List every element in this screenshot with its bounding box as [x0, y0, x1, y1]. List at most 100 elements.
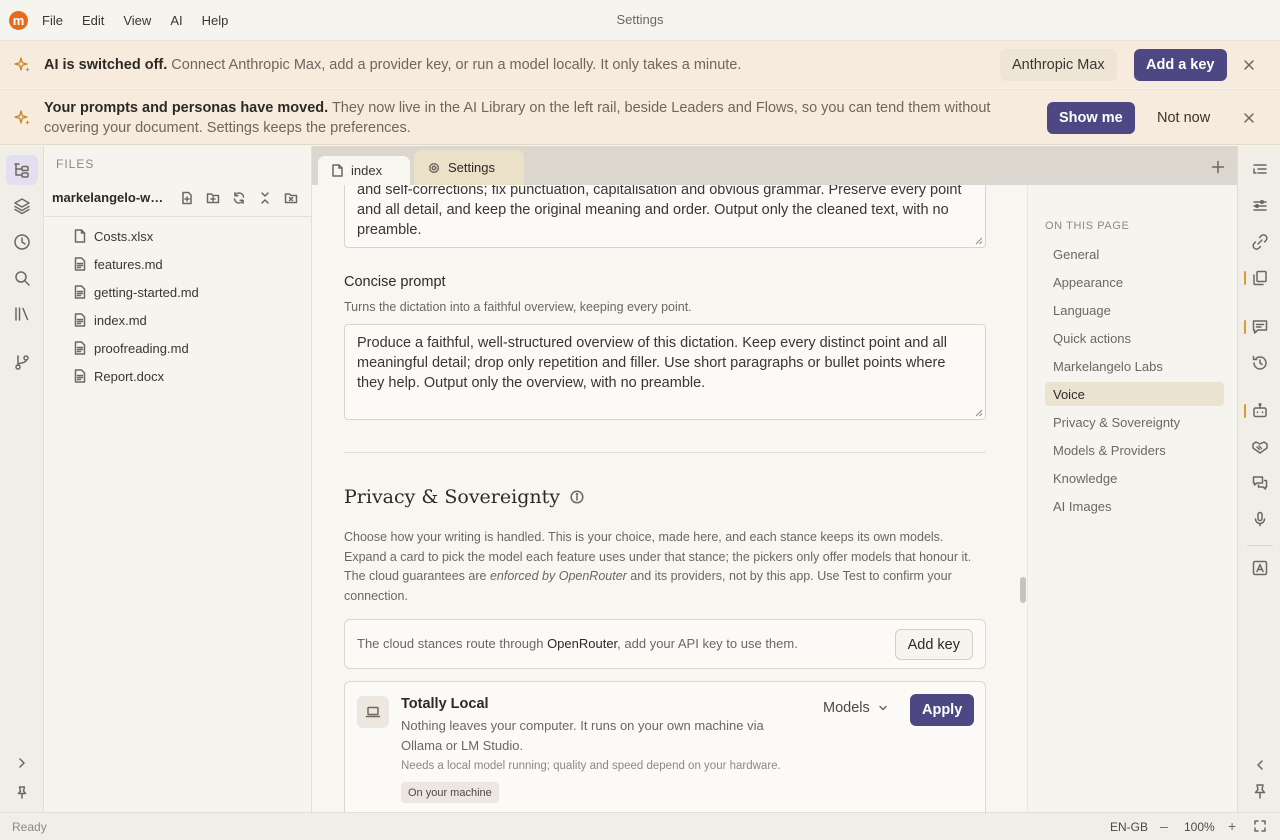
- library-tab[interactable]: [6, 299, 38, 329]
- concise-prompt-textarea[interactable]: Produce a faithful, well-structured over…: [344, 324, 986, 420]
- toc-item-knowledge[interactable]: Knowledge: [1045, 466, 1224, 490]
- file-item[interactable]: Report.docx: [74, 366, 164, 386]
- zoom-in-button[interactable]: +: [1228, 818, 1236, 834]
- resize-handle-icon[interactable]: [975, 409, 983, 417]
- refresh-icon[interactable]: [226, 191, 252, 205]
- add-key-button[interactable]: Add key: [894, 629, 973, 660]
- tab-bar: index Settings: [312, 146, 1237, 185]
- concise-prompt-label: Concise prompt: [344, 274, 446, 290]
- chevron-down-icon: [879, 705, 887, 711]
- toc-item-privacy[interactable]: Privacy & Sovereignty: [1045, 410, 1224, 434]
- copy-icon[interactable]: [1251, 269, 1269, 287]
- history-tab[interactable]: [6, 227, 38, 257]
- concise-prompt-text: Produce a faithful, well-structured over…: [357, 335, 947, 391]
- clean-prompt-textarea[interactable]: and self-corrections; fix punctuation, c…: [344, 185, 986, 248]
- scrollbar-thumb[interactable]: [1020, 577, 1026, 603]
- totally-local-card[interactable]: Totally Local Nothing leaves your comput…: [344, 681, 986, 812]
- git-tab[interactable]: [6, 347, 38, 377]
- divider: [44, 216, 311, 217]
- library-icon: [15, 307, 29, 321]
- comment-icon[interactable]: [1251, 318, 1269, 336]
- menu-view[interactable]: View: [123, 13, 151, 28]
- status-text: Ready: [12, 820, 47, 834]
- toc-item-appearance[interactable]: Appearance: [1045, 270, 1224, 294]
- moved-message: Your prompts and personas have moved. Th…: [44, 98, 1014, 138]
- close-icon[interactable]: [1242, 58, 1256, 72]
- add-a-key-button[interactable]: Add a key: [1134, 49, 1227, 81]
- files-title: FILES: [56, 157, 95, 171]
- moved-banner: Your prompts and personas have moved. Th…: [0, 89, 1280, 145]
- close-icon[interactable]: [1242, 111, 1256, 125]
- language-indicator[interactable]: EN-GB: [1110, 820, 1148, 834]
- new-folder-icon[interactable]: [200, 191, 226, 205]
- link-icon[interactable]: [1251, 233, 1269, 251]
- active-marker: [1244, 271, 1246, 285]
- pin-tab[interactable]: [6, 777, 38, 807]
- tab-index[interactable]: index: [318, 156, 410, 185]
- outline-icon[interactable]: [1251, 161, 1269, 179]
- toc-item-general[interactable]: General: [1045, 242, 1224, 266]
- info-icon[interactable]: [570, 490, 584, 504]
- handshake-icon[interactable]: [1251, 438, 1269, 456]
- toc-item-voice[interactable]: Voice: [1045, 382, 1224, 406]
- laptop-icon: [357, 696, 389, 728]
- anthropic-max-button[interactable]: Anthropic Max: [1000, 49, 1117, 81]
- route-post: , add your API key to use them.: [617, 636, 798, 651]
- toc-item-labs[interactable]: Markelangelo Labs: [1045, 354, 1224, 378]
- chat-icon[interactable]: [1251, 474, 1269, 492]
- search-tab[interactable]: [6, 263, 38, 293]
- expand-tab[interactable]: [6, 748, 38, 778]
- file-item[interactable]: getting-started.md: [74, 282, 199, 302]
- fullscreen-icon[interactable]: [1254, 820, 1266, 832]
- history-icon[interactable]: [1251, 354, 1269, 372]
- local-description: Nothing leaves your computer. It runs on…: [401, 718, 764, 753]
- route-bold: OpenRouter: [547, 636, 618, 651]
- text-style-icon[interactable]: [1251, 559, 1269, 577]
- menu-edit[interactable]: Edit: [82, 13, 104, 28]
- privacy-section-title: Privacy & Sovereignty: [344, 486, 584, 508]
- file-item[interactable]: Costs.xlsx: [74, 226, 153, 246]
- plus-icon[interactable]: [1211, 160, 1225, 174]
- toc-item-models[interactable]: Models & Providers: [1045, 438, 1224, 462]
- file-item[interactable]: index.md: [74, 310, 147, 330]
- app-logo: m: [9, 10, 28, 30]
- menu-help[interactable]: Help: [202, 13, 229, 28]
- privacy-desc-emphasis: enforced by OpenRouter: [489, 569, 627, 583]
- pin-icon: [17, 786, 27, 799]
- apply-button[interactable]: Apply: [910, 694, 975, 726]
- layers-tab[interactable]: [6, 191, 38, 221]
- chevron-left-icon[interactable]: [1251, 756, 1269, 774]
- settings-content[interactable]: and self-corrections; fix punctuation, c…: [312, 185, 1028, 812]
- editor-area: index Settings and self-corrections; fix…: [312, 146, 1237, 812]
- show-me-button[interactable]: Show me: [1047, 102, 1135, 134]
- toc-item-language[interactable]: Language: [1045, 298, 1224, 322]
- file-name: Costs.xlsx: [94, 228, 154, 244]
- resize-handle-icon[interactable]: [975, 237, 983, 245]
- openrouter-message: The cloud stances route through OpenRout…: [357, 636, 798, 651]
- sliders-icon[interactable]: [1251, 197, 1269, 215]
- microphone-icon[interactable]: [1251, 510, 1269, 528]
- tab-settings[interactable]: Settings: [414, 150, 524, 185]
- file-item[interactable]: proofreading.md: [74, 338, 189, 358]
- collapse-all-icon[interactable]: [252, 191, 278, 205]
- close-folder-icon[interactable]: [278, 191, 304, 205]
- file-name: proofreading.md: [94, 340, 189, 356]
- title-bar: m File Edit View AI Help Settings: [0, 0, 1280, 40]
- bot-icon[interactable]: [1251, 402, 1269, 420]
- file-tree-icon: [14, 163, 29, 178]
- ai-off-message: AI is switched off. Connect Anthropic Ma…: [44, 55, 741, 75]
- toc-item-quick-actions[interactable]: Quick actions: [1045, 326, 1224, 350]
- toc-item-ai-images[interactable]: AI Images: [1045, 494, 1224, 518]
- new-file-icon[interactable]: [174, 191, 200, 205]
- menu-file[interactable]: File: [42, 13, 63, 28]
- not-now-button[interactable]: Not now: [1145, 102, 1222, 134]
- models-dropdown[interactable]: Models: [823, 700, 888, 716]
- pin-icon[interactable]: [1251, 782, 1269, 800]
- section-divider: [344, 452, 986, 453]
- zoom-out-button[interactable]: –: [1160, 818, 1168, 834]
- workspace-name[interactable]: markelangelo-ws...: [52, 190, 168, 205]
- ai-off-bold: AI is switched off.: [44, 57, 168, 73]
- menu-ai[interactable]: AI: [170, 13, 182, 28]
- explorer-tab[interactable]: [6, 155, 38, 185]
- file-item[interactable]: features.md: [74, 254, 163, 274]
